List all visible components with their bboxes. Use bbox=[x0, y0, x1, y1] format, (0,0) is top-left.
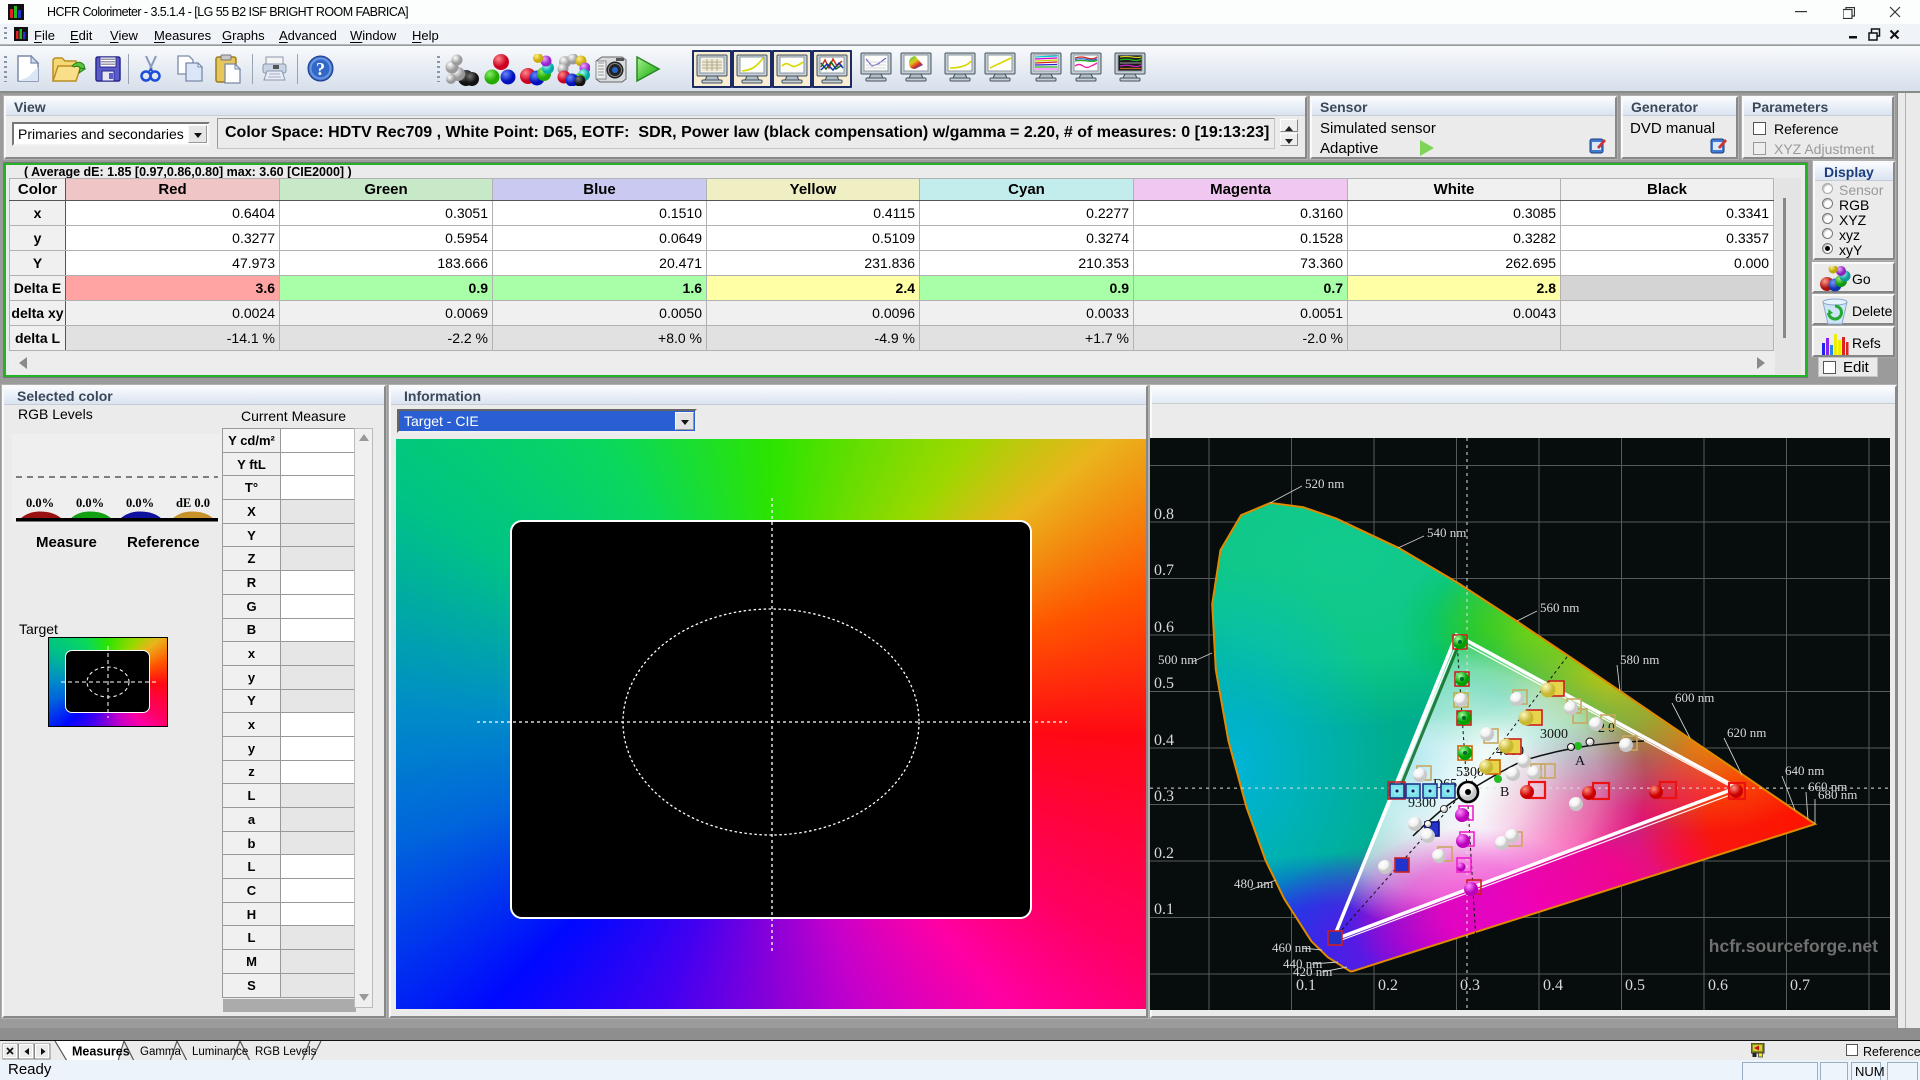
svg-text:B: B bbox=[1500, 785, 1509, 800]
svg-text:0.5: 0.5 bbox=[1625, 977, 1645, 994]
svg-text:600 nm: 600 nm bbox=[1675, 690, 1714, 705]
svg-text:500 nm: 500 nm bbox=[1158, 652, 1197, 667]
svg-text:dE 0.0: dE 0.0 bbox=[176, 496, 210, 510]
svg-text:0.3: 0.3 bbox=[1460, 977, 1480, 994]
svg-text:0.4: 0.4 bbox=[1543, 977, 1563, 994]
svg-text:520 nm: 520 nm bbox=[1305, 476, 1344, 491]
svg-text:3000: 3000 bbox=[1540, 727, 1568, 742]
svg-text:620 nm: 620 nm bbox=[1727, 725, 1766, 740]
svg-text:0.8: 0.8 bbox=[1154, 506, 1174, 523]
svg-text:Gamma: Gamma bbox=[140, 1046, 182, 1058]
svg-text:?: ? bbox=[316, 59, 325, 79]
svg-text:0.1: 0.1 bbox=[1154, 901, 1174, 918]
svg-text:Luminance: Luminance bbox=[192, 1046, 248, 1058]
svg-text:0.2: 0.2 bbox=[1154, 845, 1174, 862]
svg-text:640 nm: 640 nm bbox=[1785, 763, 1824, 778]
svg-text:0.3: 0.3 bbox=[1154, 788, 1174, 805]
svg-text:0.7: 0.7 bbox=[1154, 562, 1174, 579]
svg-text:0.0%: 0.0% bbox=[26, 496, 54, 510]
svg-text:0.0%: 0.0% bbox=[76, 496, 104, 510]
svg-text:0.6: 0.6 bbox=[1154, 619, 1174, 636]
svg-text:580 nm: 580 nm bbox=[1620, 652, 1659, 667]
svg-text:0.6: 0.6 bbox=[1708, 977, 1728, 994]
svg-text:680 nm: 680 nm bbox=[1818, 787, 1857, 802]
svg-text:hcfr.sourceforge.net: hcfr.sourceforge.net bbox=[1709, 936, 1878, 956]
svg-text:0.4: 0.4 bbox=[1154, 732, 1174, 749]
svg-text:0.2: 0.2 bbox=[1378, 977, 1398, 994]
svg-text:560 nm: 560 nm bbox=[1540, 600, 1579, 615]
svg-text:RGB Levels: RGB Levels bbox=[255, 1046, 317, 1058]
svg-text:540 nm: 540 nm bbox=[1427, 525, 1466, 540]
svg-text:460 nm: 460 nm bbox=[1272, 940, 1311, 955]
svg-text:0.7: 0.7 bbox=[1790, 977, 1810, 994]
svg-text:0.5: 0.5 bbox=[1154, 675, 1174, 692]
svg-text:0.1: 0.1 bbox=[1296, 977, 1316, 994]
svg-text:420 nm: 420 nm bbox=[1293, 964, 1332, 979]
svg-text:480 nm: 480 nm bbox=[1234, 876, 1273, 891]
svg-text:A: A bbox=[1575, 754, 1586, 769]
svg-text:Measures: Measures bbox=[72, 1045, 130, 1059]
svg-text:0.0%: 0.0% bbox=[126, 496, 154, 510]
